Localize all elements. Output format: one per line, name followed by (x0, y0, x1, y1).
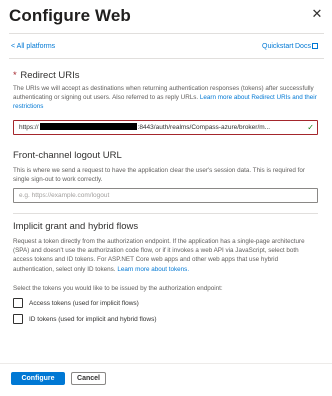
id-tokens-label: ID tokens (used for implicit and hybrid … (29, 315, 157, 323)
access-tokens-option[interactable]: Access tokens (used for implicit flows) (13, 297, 139, 309)
logout-url-placeholder: e.g. https://example.com/logout (19, 192, 110, 199)
redirect-uris-heading: * Redirect URIs (13, 70, 79, 81)
tokens-learn-more-link[interactable]: Learn more about tokens. (117, 266, 189, 273)
footer-divider (0, 363, 332, 364)
logout-url-description: This is where we send a request to have … (13, 167, 305, 184)
access-tokens-checkbox[interactable] (13, 298, 23, 308)
redirect-uri-suffix: :8443/auth/realms/Compass-azure/broker/m… (137, 124, 271, 131)
nav-divider (9, 58, 324, 59)
redirect-uri-prefix: https:// (19, 124, 39, 131)
configure-button[interactable]: Configure (11, 372, 65, 385)
id-tokens-checkbox[interactable] (13, 314, 23, 324)
redacted-hostname (39, 123, 137, 130)
docs-link[interactable]: Docs (295, 43, 318, 50)
header-divider (9, 33, 324, 34)
redirect-uris-description: The URIs we will accept as destinations … (13, 84, 318, 112)
token-select-prompt: Select the tokens you would like to be i… (13, 285, 223, 292)
check-icon: ✓ (307, 123, 314, 132)
implicit-grant-description: Request a token directly from the author… (13, 237, 318, 274)
cancel-button[interactable]: Cancel (71, 372, 106, 385)
close-icon[interactable]: ✕ (310, 7, 324, 21)
access-tokens-label: Access tokens (used for implicit flows) (29, 299, 139, 307)
required-marker: * (13, 70, 17, 81)
quickstart-link[interactable]: Quickstart (262, 43, 294, 50)
implicit-grant-heading: Implicit grant and hybrid flows (13, 221, 139, 232)
panel-header: Configure Web ✕ (9, 4, 324, 30)
id-tokens-option[interactable]: ID tokens (used for implicit and hybrid … (13, 313, 157, 325)
docs-link-label: Docs (295, 43, 311, 50)
redirect-uris-title: Redirect URIs (20, 70, 80, 81)
external-link-icon (311, 43, 318, 49)
configure-web-panel: Configure Web ✕ < All platforms Quicksta… (0, 0, 332, 396)
section-divider (13, 213, 318, 214)
redirect-uri-input[interactable]: https:// :8443/auth/realms/Compass-azure/… (13, 120, 318, 135)
logout-url-heading: Front-channel logout URL (13, 150, 122, 161)
nav-bar: < All platforms Quickstart Docs (9, 43, 324, 55)
logout-url-input[interactable]: e.g. https://example.com/logout (13, 188, 318, 203)
page-title: Configure Web (9, 6, 131, 25)
back-to-platforms-link[interactable]: < All platforms (11, 43, 55, 50)
